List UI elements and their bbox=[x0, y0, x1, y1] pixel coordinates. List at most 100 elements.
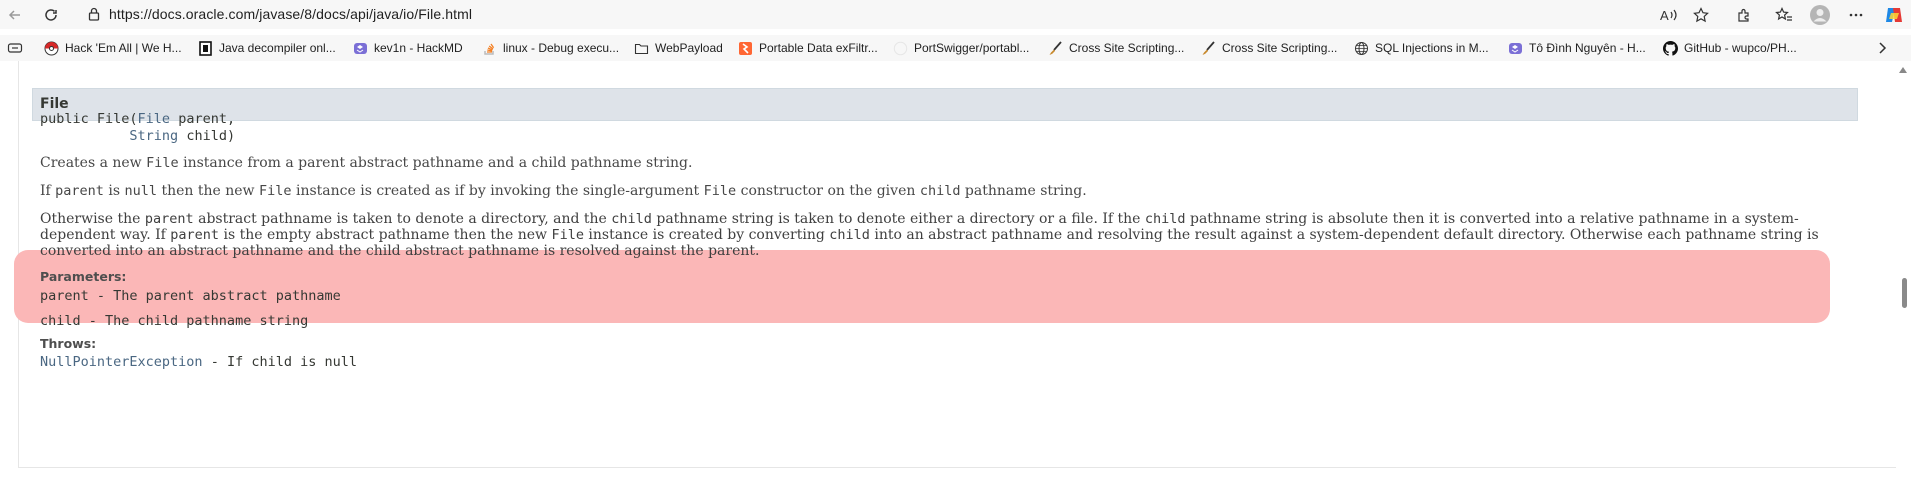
type-link-string[interactable]: String bbox=[129, 128, 178, 144]
text: into an abstract pathname and resolving … bbox=[869, 227, 1819, 243]
constructor-signature-line2: String child) bbox=[40, 128, 235, 144]
code-text: File bbox=[259, 183, 292, 199]
bookmark-item[interactable]: PortSwigger/portabl... bbox=[893, 39, 1029, 57]
bookmark-item[interactable]: Hack 'Em All | We H... bbox=[44, 39, 182, 57]
code-text: parent bbox=[170, 227, 220, 243]
throws-description: - If child is null bbox=[202, 354, 357, 370]
code-text: child bbox=[829, 227, 870, 243]
bookmark-item[interactable]: Java decompiler onl... bbox=[198, 39, 336, 57]
bookmark-label: SQL Injections in M... bbox=[1375, 41, 1489, 55]
bookmarks-bar: Hack 'Em All | We H... Java decompiler o… bbox=[0, 35, 1911, 61]
pokeball-icon bbox=[44, 41, 59, 56]
back-icon[interactable] bbox=[4, 4, 26, 26]
bookmark-label: Cross Site Scripting... bbox=[1069, 41, 1185, 55]
text: is the empty abstract pathname then the … bbox=[219, 227, 552, 243]
bookmark-item[interactable]: GitHub - wupco/PH... bbox=[1663, 39, 1797, 57]
text: instance is created by converting bbox=[583, 227, 830, 243]
svg-text:A: A bbox=[1660, 8, 1669, 23]
bookmark-item[interactable]: Cross Site Scripting... bbox=[1048, 39, 1184, 57]
text: If bbox=[40, 183, 56, 199]
text: Creates a new bbox=[40, 155, 147, 171]
param-parent: parent - The parent abstract pathname bbox=[40, 288, 341, 304]
highlighted-line-3: converted into an abstract pathname and … bbox=[40, 243, 759, 259]
more-options-icon[interactable] bbox=[1845, 4, 1867, 26]
bookmark-item[interactable]: WebPayload bbox=[634, 39, 723, 57]
sig-text: public File( bbox=[40, 111, 138, 127]
bookmark-item[interactable]: SQL Injections in M... bbox=[1354, 39, 1489, 57]
type-link-file[interactable]: File bbox=[138, 111, 171, 127]
highlighted-line-2: dependent way. If parent is the empty ab… bbox=[40, 227, 1819, 243]
description-paragraph-1: Creates a new File instance from a paren… bbox=[40, 155, 692, 171]
text: pathname string is absolute then it is c… bbox=[1185, 211, 1799, 227]
parameters-label: Parameters: bbox=[40, 269, 127, 284]
highlighted-line-1: Otherwise the parent abstract pathname i… bbox=[40, 211, 1799, 227]
hackmd-icon bbox=[1508, 41, 1523, 56]
code-text: child bbox=[1144, 211, 1186, 227]
folder-icon bbox=[634, 41, 649, 56]
sig-text: child) bbox=[178, 128, 236, 144]
code-text: parent bbox=[55, 183, 104, 199]
throws-label: Throws: bbox=[40, 336, 97, 351]
code-text: null bbox=[124, 183, 158, 199]
text: converted into an abstract pathname and … bbox=[40, 243, 760, 259]
portswigger-icon bbox=[738, 41, 753, 56]
bookmark-item[interactable]: Cross Site Scripting... bbox=[1201, 39, 1337, 57]
url-text[interactable]: https://docs.oracle.com/javase/8/docs/ap… bbox=[109, 6, 472, 22]
text: is bbox=[103, 183, 125, 199]
code-text: File bbox=[146, 155, 179, 171]
code-text: child bbox=[919, 183, 961, 199]
text: abstract pathname is taken to denote a d… bbox=[193, 211, 612, 227]
throws-entry: NullPointerException - If child is null bbox=[40, 354, 357, 370]
member-heading: File bbox=[32, 88, 1858, 121]
bookmark-label: kev1n - HackMD bbox=[374, 41, 463, 55]
scroll-up-arrow-icon[interactable] bbox=[1899, 67, 1907, 73]
github-icon bbox=[1663, 40, 1678, 56]
favorites-icon[interactable] bbox=[1773, 4, 1795, 26]
param-child: child - The child pathname string bbox=[40, 313, 309, 329]
sig-text: parent, bbox=[170, 111, 236, 127]
favorite-star-icon[interactable] bbox=[1690, 4, 1712, 26]
bookmark-label: Hack 'Em All | We H... bbox=[65, 41, 182, 55]
browser-toolbar: https://docs.oracle.com/javase/8/docs/ap… bbox=[0, 0, 1911, 29]
hackmd-icon bbox=[353, 41, 368, 56]
copilot-icon[interactable] bbox=[1883, 4, 1905, 26]
bookmark-label: linux - Debug execu... bbox=[503, 41, 620, 55]
constructor-signature-line1: public File(File parent, bbox=[40, 111, 235, 127]
avatar[interactable] bbox=[1809, 4, 1831, 26]
text: instance is created as if by invoking th… bbox=[291, 183, 704, 199]
globe-icon bbox=[1354, 41, 1369, 56]
text: dependent way. If bbox=[40, 227, 171, 243]
text: instance from a parent abstract pathname… bbox=[178, 155, 693, 171]
java-decompiler-icon bbox=[198, 40, 213, 56]
extensions-icon[interactable] bbox=[1733, 4, 1755, 26]
bookmark-item[interactable]: Portable Data exFiltr... bbox=[738, 39, 878, 57]
bookmark-item[interactable]: kev1n - HackMD bbox=[353, 39, 463, 57]
bookmark-item[interactable]: linux - Debug execu... bbox=[482, 39, 619, 57]
lock-icon[interactable] bbox=[86, 6, 102, 22]
text: then the new bbox=[157, 183, 259, 199]
bookmark-item[interactable]: Tô Đình Nguyên - H... bbox=[1508, 39, 1646, 57]
collections-icon[interactable] bbox=[4, 37, 26, 59]
text: Otherwise the bbox=[40, 211, 145, 227]
text: constructor on the given bbox=[736, 183, 920, 199]
github-icon bbox=[893, 41, 908, 56]
scroll-thumb[interactable] bbox=[1902, 278, 1907, 308]
code-text: parent bbox=[144, 211, 194, 227]
refresh-icon[interactable] bbox=[40, 4, 62, 26]
bookmark-label: WebPayload bbox=[655, 41, 723, 55]
address-bar[interactable]: https://docs.oracle.com/javase/8/docs/ap… bbox=[76, 2, 1696, 27]
code-text: File bbox=[703, 183, 737, 199]
code-text: child bbox=[611, 211, 652, 227]
description-paragraph-2: If parent is null then the new File inst… bbox=[40, 183, 1087, 199]
bookmark-label: Tô Đình Nguyên - H... bbox=[1529, 41, 1646, 55]
bookmark-label: Cross Site Scripting... bbox=[1222, 41, 1338, 55]
bookmark-label: Java decompiler onl... bbox=[219, 41, 336, 55]
chevron-right-icon[interactable] bbox=[1871, 37, 1893, 59]
read-aloud-icon[interactable]: A bbox=[1658, 4, 1680, 26]
member-heading-title: File bbox=[40, 96, 69, 112]
bookmark-label: Portable Data exFiltr... bbox=[759, 41, 878, 55]
exception-link[interactable]: NullPointerException bbox=[40, 354, 203, 370]
vertical-scrollbar[interactable] bbox=[1896, 61, 1911, 468]
brush-icon bbox=[1201, 40, 1216, 56]
code-text: File bbox=[551, 227, 584, 243]
